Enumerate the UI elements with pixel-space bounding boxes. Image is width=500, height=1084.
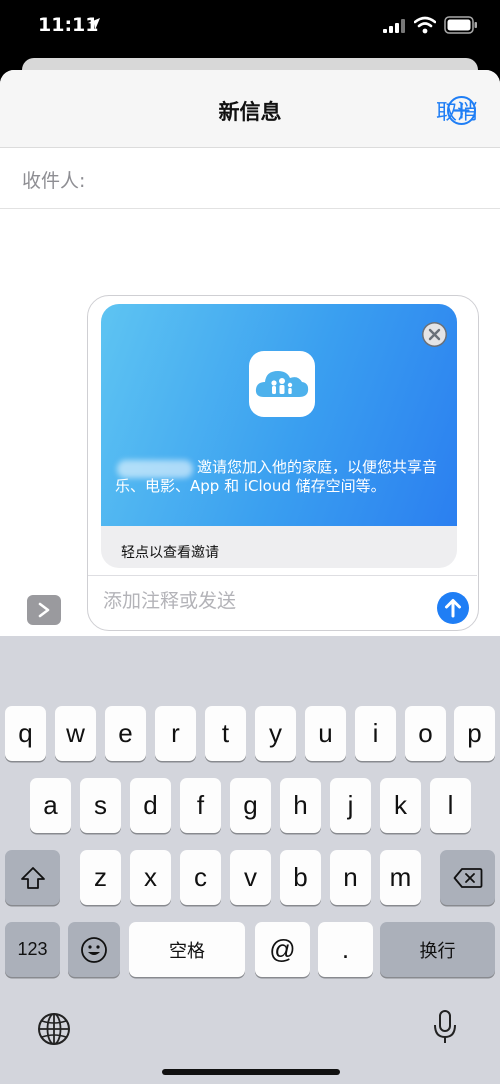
emoji-key[interactable] <box>68 922 120 977</box>
key-f[interactable]: f <box>180 778 221 833</box>
add-contact-icon[interactable] <box>446 95 477 126</box>
family-sharing-app-icon <box>249 351 315 417</box>
key-h[interactable]: h <box>280 778 321 833</box>
recipient-label: 收件人: <box>22 170 86 192</box>
divider <box>88 575 477 576</box>
invite-footer-label: 轻点以查看邀请 <box>121 545 219 561</box>
invite-card-banner: 邀请您加入他的家庭，以便您共享音乐、电影、App 和 iCloud 储存空间等。 <box>101 304 457 526</box>
key-d[interactable]: d <box>130 778 171 833</box>
message-input[interactable]: 添加注释或发送 <box>103 586 236 613</box>
close-icon[interactable] <box>421 321 448 348</box>
home-indicator <box>162 1069 340 1075</box>
period-key[interactable]: . <box>318 922 373 977</box>
key-i[interactable]: i <box>355 706 396 761</box>
wifi-icon <box>414 16 436 34</box>
key-s[interactable]: s <box>80 778 121 833</box>
key-v[interactable]: v <box>230 850 271 905</box>
return-key[interactable]: 换行 <box>380 922 495 977</box>
emoji-icon <box>81 936 107 963</box>
key-q[interactable]: q <box>5 706 46 761</box>
key-t[interactable]: t <box>205 706 246 761</box>
key-a[interactable]: a <box>30 778 71 833</box>
key-m[interactable]: m <box>380 850 421 905</box>
space-key[interactable]: 空格 <box>129 922 245 977</box>
compose-bubble: 邀请您加入他的家庭，以便您共享音乐、电影、App 和 iCloud 储存空间等。… <box>87 295 479 631</box>
key-k[interactable]: k <box>380 778 421 833</box>
recipient-field[interactable]: 收件人: <box>0 148 500 209</box>
key-l[interactable]: l <box>430 778 471 833</box>
key-o[interactable]: o <box>405 706 446 761</box>
family-cloud-icon <box>255 371 309 397</box>
globe-icon[interactable] <box>36 1011 72 1047</box>
navigation-bar: 新信息 取消 <box>0 70 500 148</box>
key-g[interactable]: g <box>230 778 271 833</box>
cellular-signal-icon <box>383 19 405 33</box>
send-icon[interactable] <box>437 592 469 624</box>
key-n[interactable]: n <box>330 850 371 905</box>
apps-toggle-button[interactable] <box>27 595 61 625</box>
invite-message: 邀请您加入他的家庭，以便您共享音乐、电影、App 和 iCloud 储存空间等。 <box>115 458 438 495</box>
at-key[interactable]: @ <box>255 922 310 977</box>
shift-icon <box>20 866 45 889</box>
location-arrow-icon <box>88 18 100 30</box>
keyboard: q w e r t y u i o p a s d f g h j k l z … <box>0 636 500 1084</box>
page-title: 新信息 <box>218 100 282 124</box>
key-p[interactable]: p <box>454 706 495 761</box>
status-bar: 11:11 <box>0 0 500 54</box>
chevron-right-icon <box>38 602 50 618</box>
key-z[interactable]: z <box>80 850 121 905</box>
key-j[interactable]: j <box>330 778 371 833</box>
key-x[interactable]: x <box>130 850 171 905</box>
key-y[interactable]: y <box>255 706 296 761</box>
key-u[interactable]: u <box>305 706 346 761</box>
family-invite-card[interactable]: 邀请您加入他的家庭，以便您共享音乐、电影、App 和 iCloud 储存空间等。… <box>101 304 457 568</box>
key-c[interactable]: c <box>180 850 221 905</box>
microphone-icon[interactable] <box>432 1008 458 1046</box>
numbers-key[interactable]: 123 <box>5 922 60 977</box>
delete-key[interactable] <box>440 850 495 905</box>
key-w[interactable]: w <box>55 706 96 761</box>
key-b[interactable]: b <box>280 850 321 905</box>
battery-icon <box>444 16 477 34</box>
shift-key[interactable] <box>5 850 60 905</box>
key-r[interactable]: r <box>155 706 196 761</box>
backspace-icon <box>453 867 482 888</box>
key-e[interactable]: e <box>105 706 146 761</box>
